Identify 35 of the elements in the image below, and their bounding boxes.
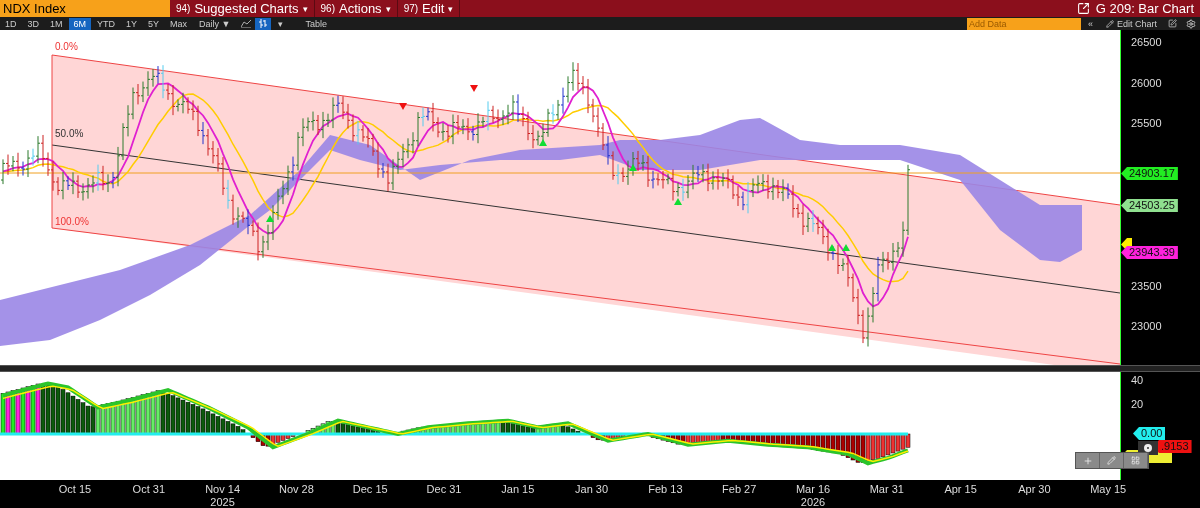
x-axis-label: Feb 13	[648, 483, 683, 495]
x-axis-label: Nov 28	[278, 483, 314, 495]
x-axis-label: Oct 15	[58, 483, 92, 495]
x-axis-label: Mar 31	[869, 483, 904, 495]
value-tag: 23943.39	[1121, 246, 1178, 259]
y-axis-label: 25500	[1131, 117, 1162, 130]
value-tag: 24903.17	[1121, 167, 1178, 180]
add-data-field[interactable]: Add Data	[966, 17, 1081, 30]
value-tag: 24503.25	[1121, 199, 1178, 212]
x-axis-label: Apr 30	[1018, 483, 1051, 495]
value-tag: 0.00	[1133, 427, 1166, 440]
x-axis-label: Feb 27	[722, 483, 757, 495]
security-field[interactable]: NDX Index	[0, 0, 170, 17]
x-axis-label: Nov 14	[205, 483, 240, 495]
channel-label: 50.0%	[55, 128, 84, 139]
period-tab[interactable]: 6M	[68, 17, 92, 30]
x-axis-label: Apr 15	[944, 483, 977, 495]
x-axis-label: Mar 16	[795, 483, 831, 495]
x-axis-label: Oct 31	[132, 483, 165, 495]
x-axis-label: Dec 31	[426, 483, 462, 495]
y-axis-label: 23500	[1131, 279, 1162, 292]
x-axis-label: Jan 30	[575, 483, 609, 495]
x-axis-label: May 15	[1090, 483, 1127, 495]
y-axis-label: 23000	[1131, 320, 1162, 333]
x-axis-label: Jan 15	[501, 483, 535, 495]
y-axis-label: 40	[1131, 374, 1144, 386]
y-axis-label: 26500	[1131, 36, 1162, 48]
x-axis-label: Dec 15	[352, 483, 388, 495]
window-title: G 209: Bar Chart	[1095, 1, 1194, 16]
year-label: 2026	[800, 496, 826, 508]
y-axis-label: 20	[1131, 398, 1144, 410]
channel-label: 100.0%	[55, 216, 89, 227]
channel-label: 0.0%	[55, 41, 78, 52]
y-axis-label: 26000	[1131, 76, 1162, 89]
year-label: 2025	[210, 496, 235, 508]
